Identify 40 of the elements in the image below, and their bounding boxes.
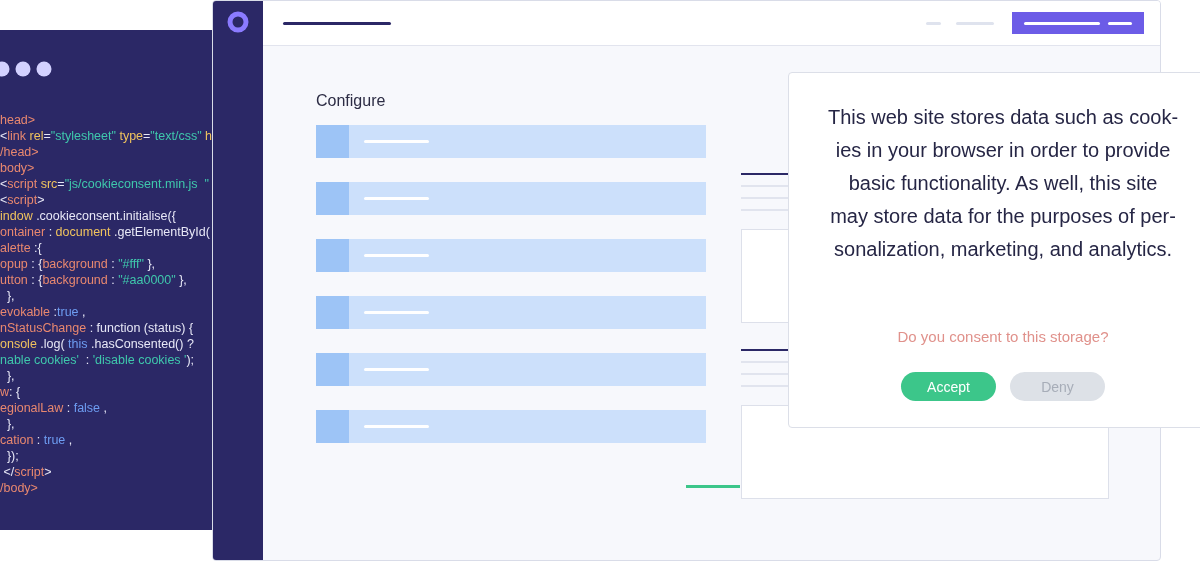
option-row[interactable] [316, 410, 706, 443]
code-line: opup : {background : "#fff" }, [0, 256, 157, 272]
nav-placeholder [956, 21, 994, 25]
code-line: /head> [0, 144, 40, 160]
progress-indicator [686, 485, 740, 488]
page-heading: Configure [316, 92, 387, 111]
code-line: <script src="js/cookieconsent.min.js " [0, 176, 210, 192]
code-line: onsole .log( this .hasConsented() ? [0, 336, 195, 352]
option-row[interactable] [316, 239, 706, 272]
code-line: <script> [0, 192, 46, 208]
code-line: }); [5, 448, 20, 464]
logo-icon [227, 11, 249, 33]
code-line: /body> [0, 480, 39, 496]
code-line: nStatusChange : function (status) { [0, 320, 195, 336]
nav-placeholder [926, 21, 941, 25]
code-line: egionalLaw : false , [0, 400, 109, 416]
option-row[interactable] [316, 353, 706, 386]
code-line: cation : true , [0, 432, 74, 448]
code-line: indow .cookieconsent.initialise({ [0, 208, 177, 224]
option-row[interactable] [316, 296, 706, 329]
code-line: }, [5, 288, 16, 304]
code-line: body> [0, 160, 36, 176]
code-line: nable cookies' : 'disable cookies '); [0, 352, 196, 368]
code-line: }, [5, 368, 16, 384]
nav-button[interactable] [1012, 12, 1144, 34]
code-line: ontainer : document .getElementById( [0, 224, 211, 240]
code-line: alette :{ [0, 240, 43, 256]
code-line: utton : {background : "#aa0000" }, [0, 272, 188, 288]
code-line: }, [5, 416, 16, 432]
option-row[interactable] [316, 182, 706, 215]
code-line: evokable :true , [0, 304, 87, 320]
code-line: head> [0, 112, 37, 128]
code-line: </script> [2, 464, 53, 480]
option-row[interactable] [316, 125, 706, 158]
window-dots-icon [0, 61, 52, 77]
code-line: <link rel="stylesheet" type="text/css" h [0, 128, 214, 144]
consent-message: This web site stores data such as cook- ies in your browser in order to provide basic functionality. As well, this site may store data for the purposes of per- sonalization, marketing, and analytics. [827, 105, 1179, 262]
consent-question: Do you consent to this storage? [897, 328, 1109, 345]
code-line: w: { [0, 384, 22, 400]
accept-button[interactable]: Accept [901, 372, 996, 401]
